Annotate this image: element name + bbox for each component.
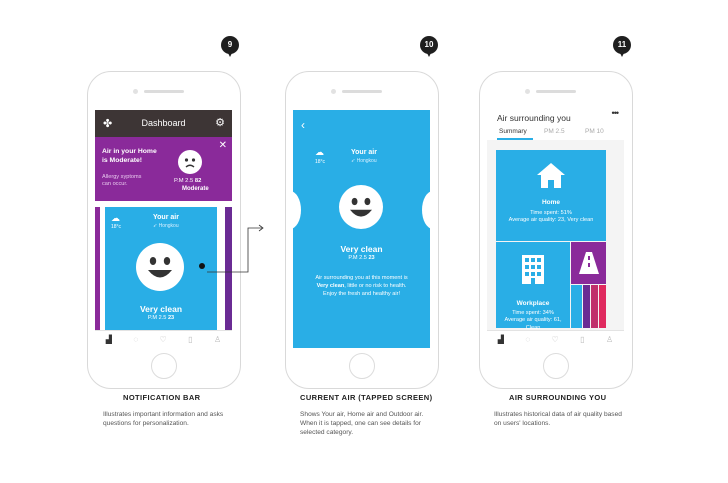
screen2-label: Your air	[351, 149, 377, 156]
phone-icon[interactable]: ▯	[580, 335, 584, 344]
caption-1-title: NOTIFICATION BAR	[123, 393, 201, 402]
minor-tile-1[interactable]	[571, 285, 582, 328]
screen2-right-notch	[422, 191, 430, 229]
more-icon[interactable]: •••	[612, 110, 620, 118]
workplace-time: Time spent: 34%	[512, 310, 554, 316]
screen2-description-bold: Very clean	[316, 282, 345, 289]
screen3-title: Air surrounding you	[497, 113, 571, 123]
air-surrounding-screen: Air surrounding you ••• Summary PM 2.5 P…	[487, 110, 624, 348]
home-button[interactable]	[543, 353, 569, 379]
screen2-status: Very clean	[340, 244, 383, 254]
minor-tile-3[interactable]	[591, 285, 598, 328]
heart-icon[interactable]: ♡	[552, 335, 559, 344]
tab-pm25[interactable]: PM 2.5	[544, 128, 565, 135]
caption-2-desc: Shows Your air, Home air and Outdoor air…	[300, 411, 424, 436]
road-tile[interactable]	[571, 242, 606, 284]
tab-summary[interactable]: Summary	[499, 128, 527, 135]
minor-tile-2[interactable]	[583, 285, 590, 328]
phone-current-air: ‹ ☁ 18°c Your air ➶ Hongkou Very clean P…	[285, 71, 439, 389]
person-icon[interactable]: ♙	[606, 335, 613, 344]
tab-pm10[interactable]: PM 10	[585, 128, 604, 135]
tab-bar: ▟ ◌ ♡ ▯ ♙	[487, 330, 624, 348]
screen2-location-text: Hongkou	[356, 158, 377, 164]
caption-1-desc: Illustrates important information and as…	[103, 411, 224, 427]
temperature: 18°c	[315, 159, 326, 165]
screen2-description: Air surrounding you at this moment is Ve…	[315, 275, 408, 298]
smile-face-icon	[339, 185, 383, 229]
treemap: Home Time spent: 51% Average air quality…	[496, 150, 618, 331]
house-icon	[537, 163, 565, 188]
screen3-header: Air surrounding you ••• Summary PM 2.5 P…	[487, 110, 624, 140]
location-icon: ➶	[351, 158, 356, 164]
home-button[interactable]	[349, 353, 375, 379]
screen2-pm: P.M 2.5 23	[293, 255, 430, 261]
screen2-pm-value: 23	[368, 255, 375, 261]
caption-3-desc: Illustrates historical data of air quali…	[494, 411, 622, 427]
tab-summary-underline	[497, 138, 533, 140]
back-icon[interactable]: ‹	[301, 118, 305, 132]
home-tile[interactable]: Home Time spent: 51% Average air quality…	[496, 150, 606, 241]
building-icon	[522, 255, 544, 284]
home-quality: Average air quality: 23, Very clean	[508, 217, 594, 223]
home-time: Time spent: 51%	[530, 210, 572, 216]
workplace-tile[interactable]: Workplace Time spent: 34% Average air qu…	[496, 242, 570, 331]
screen2-pm-label: P.M 2.5	[348, 255, 367, 261]
screen2-location: ➶ Hongkou	[351, 158, 377, 164]
screen2-description-prefix: Air surrounding you at this moment is	[315, 275, 408, 281]
bulb-icon[interactable]: ◌	[525, 335, 530, 344]
road-icon	[579, 252, 599, 274]
workplace-label: Workplace	[516, 300, 550, 307]
phone-air-surrounding: Air surrounding you ••• Summary PM 2.5 P…	[479, 71, 633, 389]
chart-icon[interactable]: ▟	[498, 335, 504, 344]
cloud-icon: ☁	[315, 147, 324, 157]
caption-2-title: CURRENT AIR (TAPPED SCREEN)	[300, 393, 433, 402]
current-air-screen: ‹ ☁ 18°c Your air ➶ Hongkou Very clean P…	[293, 110, 430, 348]
caption-3-title: AIR SURROUNDING YOU	[509, 393, 607, 402]
screen2-left-notch	[293, 191, 301, 229]
minor-tile-4[interactable]	[599, 285, 606, 328]
home-label: Home	[541, 199, 561, 206]
